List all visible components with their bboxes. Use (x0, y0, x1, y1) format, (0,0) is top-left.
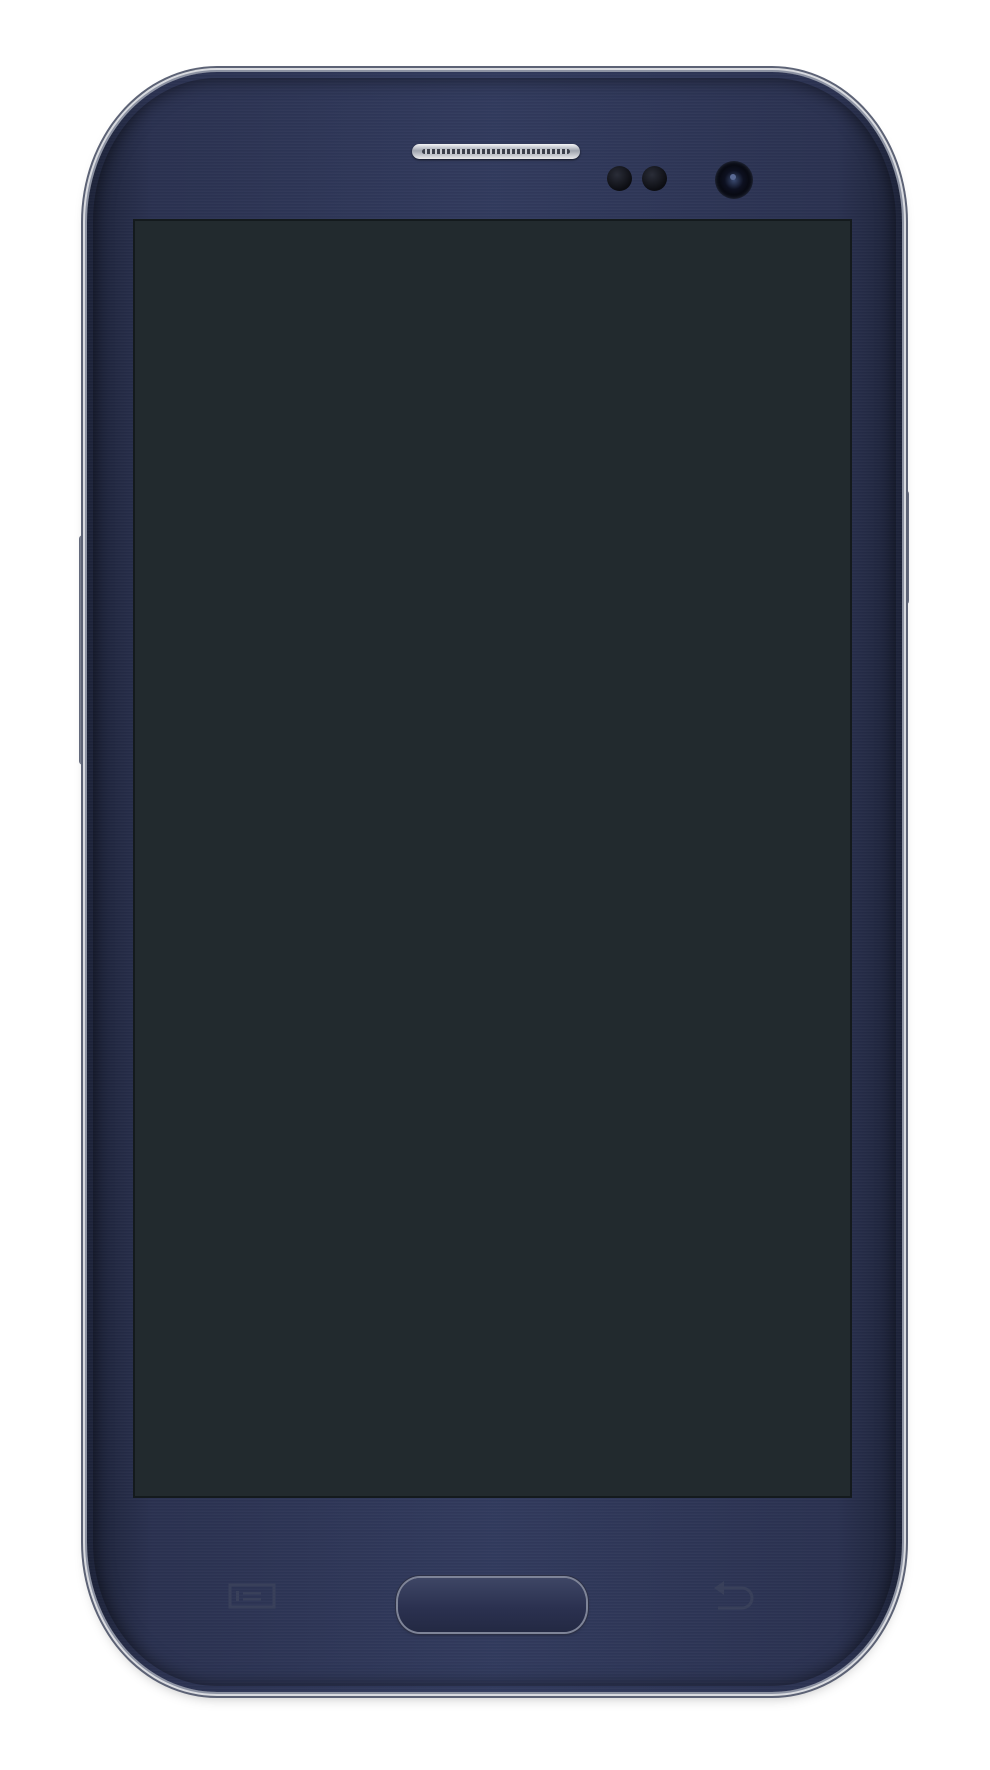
home-button[interactable] (398, 1578, 586, 1632)
back-arrow-icon[interactable] (708, 1578, 758, 1614)
menu-icon[interactable] (228, 1582, 278, 1610)
light-sensor (642, 166, 667, 191)
power-button[interactable] (902, 490, 909, 605)
front-camera (715, 161, 753, 199)
proximity-sensor (607, 166, 632, 191)
earpiece-speaker (412, 144, 580, 159)
screen[interactable] (135, 221, 850, 1496)
volume-button[interactable] (79, 535, 87, 765)
